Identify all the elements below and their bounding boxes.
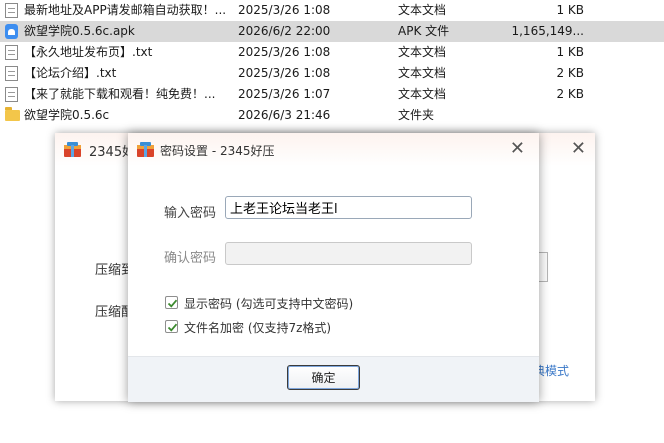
file-row[interactable]: 欲望学院0.5.6c.apk 2026/6/2 22:00 APK 文件 1,165,… bbox=[0, 21, 664, 42]
checkmark-icon bbox=[167, 299, 178, 308]
file-size: 2 KB bbox=[556, 87, 584, 101]
file-name: 欲望学院0.5.6c bbox=[24, 108, 110, 122]
file-date: 2025/3/26 1:07 bbox=[238, 87, 331, 101]
file-size: 1 KB bbox=[556, 3, 584, 17]
show-password-label: 显示密码 (勾选可支持中文密码) bbox=[184, 297, 354, 311]
file-type: 文件夹 bbox=[398, 108, 435, 122]
dialog-footer: 确定 bbox=[128, 356, 539, 402]
file-name: 【永久地址发布页】.txt bbox=[24, 45, 153, 59]
checkmark-icon bbox=[167, 323, 178, 332]
close-icon[interactable]: ✕ bbox=[510, 138, 525, 159]
password-settings-dialog: 密码设置 - 2345好压 ✕ 输入密码 确认密码 显示密码 (勾选可支持中文密… bbox=[128, 133, 539, 402]
file-size: 2 KB bbox=[556, 66, 584, 80]
file-row[interactable]: 【论坛介绍】.txt 2025/3/26 1:08 文本文档 2 KB bbox=[0, 63, 664, 84]
file-name: 欲望学院0.5.6c.apk bbox=[24, 24, 135, 38]
folder-icon bbox=[5, 107, 20, 121]
file-row[interactable]: 欲望学院0.5.6c 2026/6/3 21:46 文件夹 bbox=[0, 105, 664, 126]
encrypt-filenames-checkbox[interactable] bbox=[165, 320, 178, 333]
2345-logo-icon bbox=[64, 142, 81, 157]
file-size: 1 KB bbox=[556, 45, 584, 59]
file-row[interactable]: 【来了就能下载和观看！纯免费！... 2025/3/26 1:07 文本文档 2 KB bbox=[0, 84, 664, 105]
confirm-password-input[interactable] bbox=[225, 242, 472, 265]
close-icon[interactable]: ✕ bbox=[571, 138, 586, 159]
text-file-icon bbox=[5, 3, 18, 18]
file-row[interactable]: 最新地址及APP请发邮箱自动获取！... 2025/3/26 1:08 文本文档 1 … bbox=[0, 0, 664, 21]
password-input[interactable] bbox=[225, 196, 472, 219]
file-date: 2026/6/3 21:46 bbox=[238, 108, 331, 122]
file-name: 【来了就能下载和观看！纯免费！... bbox=[24, 87, 216, 101]
2345-logo-icon bbox=[137, 142, 154, 157]
file-row[interactable]: 【永久地址发布页】.txt 2025/3/26 1:08 文本文档 1 KB bbox=[0, 42, 664, 63]
text-file-icon bbox=[5, 66, 18, 81]
confirm-password-label: 确认密码 bbox=[164, 251, 217, 266]
file-date: 2026/6/2 22:00 bbox=[238, 24, 331, 38]
file-date: 2025/3/26 1:08 bbox=[238, 45, 331, 59]
dialog-title: 密码设置 - 2345好压 bbox=[160, 144, 275, 158]
password-label: 输入密码 bbox=[164, 206, 217, 221]
text-file-icon bbox=[5, 87, 18, 102]
text-file-icon bbox=[5, 45, 18, 60]
file-date: 2025/3/26 1:08 bbox=[238, 3, 331, 17]
file-date: 2025/3/26 1:08 bbox=[238, 66, 331, 80]
apk-file-icon bbox=[5, 24, 18, 39]
file-name: 【论坛介绍】.txt bbox=[24, 66, 117, 80]
dialog-titlebar: 密码设置 - 2345好压 ✕ bbox=[128, 133, 539, 166]
encrypt-filenames-label: 文件名加密 (仅支持7z格式) bbox=[184, 321, 332, 335]
show-password-checkbox[interactable] bbox=[165, 296, 178, 309]
file-list: 最新地址及APP请发邮箱自动获取！... 2025/3/26 1:08 文本文档 1 … bbox=[0, 0, 664, 126]
ok-button[interactable]: 确定 bbox=[287, 365, 360, 390]
file-name: 最新地址及APP请发邮箱自动获取！... bbox=[24, 3, 227, 17]
file-size: 1,165,149... bbox=[511, 24, 584, 38]
